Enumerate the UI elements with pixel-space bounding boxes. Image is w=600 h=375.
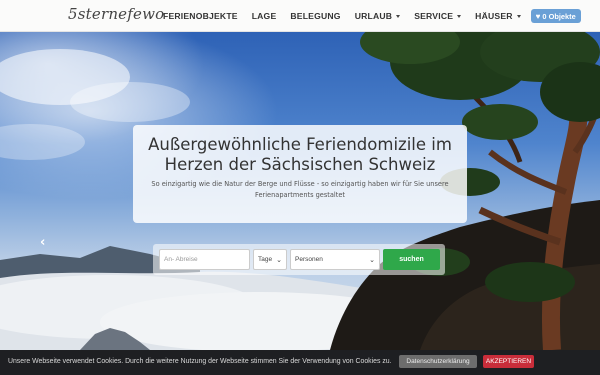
search-button-label: suchen	[399, 256, 424, 263]
nav-item-lage[interactable]: LAGE	[245, 0, 284, 32]
heart-icon: ♥	[535, 11, 541, 21]
select-arrow-icon: ⌄	[369, 256, 375, 264]
date-range-placeholder: An- Abreise	[164, 256, 198, 263]
nav-item-belegung[interactable]: BELEGUNG	[283, 0, 347, 32]
nav-item-haeuser[interactable]: HÄUSER	[468, 0, 528, 32]
navbar: 5sternefewo FERIENOBJEKTE LAGE BELEGUNG …	[0, 0, 600, 32]
main-nav: FERIENOBJEKTE LAGE BELEGUNG URLAUB SERVI…	[156, 0, 581, 32]
cart-label: 0 Objekte	[542, 11, 576, 21]
brand-logo[interactable]: 5sternefewo	[68, 5, 164, 23]
cart-button[interactable]: ♥ 0 Objekte	[530, 9, 581, 23]
nav-item-label: LAGE	[251, 11, 277, 21]
persons-select[interactable]: Personen ⌄	[290, 249, 380, 270]
persons-select-value: Personen	[295, 256, 323, 263]
select-arrow-icon: ⌄	[276, 256, 282, 264]
hero-headline: Außergewöhnliche Feriendomizile im Herze…	[133, 135, 467, 175]
hero-caption: Außergewöhnliche Feriendomizile im Herze…	[133, 125, 467, 223]
nav-item-label: HÄUSER	[475, 11, 513, 21]
nav-item-service[interactable]: SERVICE	[407, 0, 468, 32]
headline-line-2: Herzen der Sächsischen Schweiz	[164, 155, 436, 174]
privacy-policy-button[interactable]: Datenschutzerklärung	[399, 355, 477, 368]
booking-search-bar: An- Abreise Tage ⌄ Personen ⌄ suchen	[153, 244, 445, 275]
slider-prev-icon[interactable]: ‹	[40, 235, 45, 250]
accept-cookies-button[interactable]: AKZEPTIEREN	[483, 355, 534, 368]
hero-subtitle: So einzigartig wie die Natur der Berge u…	[151, 180, 449, 199]
caret-down-icon	[516, 14, 521, 18]
cookie-text: Unsere Webseite verwendet Cookies. Durch…	[8, 358, 392, 365]
nav-item-label: URLAUB	[354, 11, 393, 21]
nav-item-label: SERVICE	[414, 11, 454, 21]
nav-item-label: BELEGUNG	[290, 11, 341, 21]
search-button[interactable]: suchen	[383, 249, 440, 270]
date-range-input[interactable]: An- Abreise	[159, 249, 250, 270]
caret-down-icon	[457, 14, 462, 18]
headline-line-1: Außergewöhnliche Feriendomizile im	[148, 135, 452, 154]
nav-item-urlaub[interactable]: URLAUB	[348, 0, 407, 32]
privacy-policy-label: Datenschutzerklärung	[406, 358, 470, 365]
nav-item-ferienobjekte[interactable]: FERIENOBJEKTE	[156, 0, 245, 32]
nights-select[interactable]: Tage ⌄	[253, 249, 287, 270]
nights-select-value: Tage	[258, 256, 273, 263]
accept-cookies-label: AKZEPTIEREN	[485, 358, 532, 365]
nav-item-label: FERIENOBJEKTE	[163, 11, 238, 21]
caret-down-icon	[396, 14, 401, 18]
